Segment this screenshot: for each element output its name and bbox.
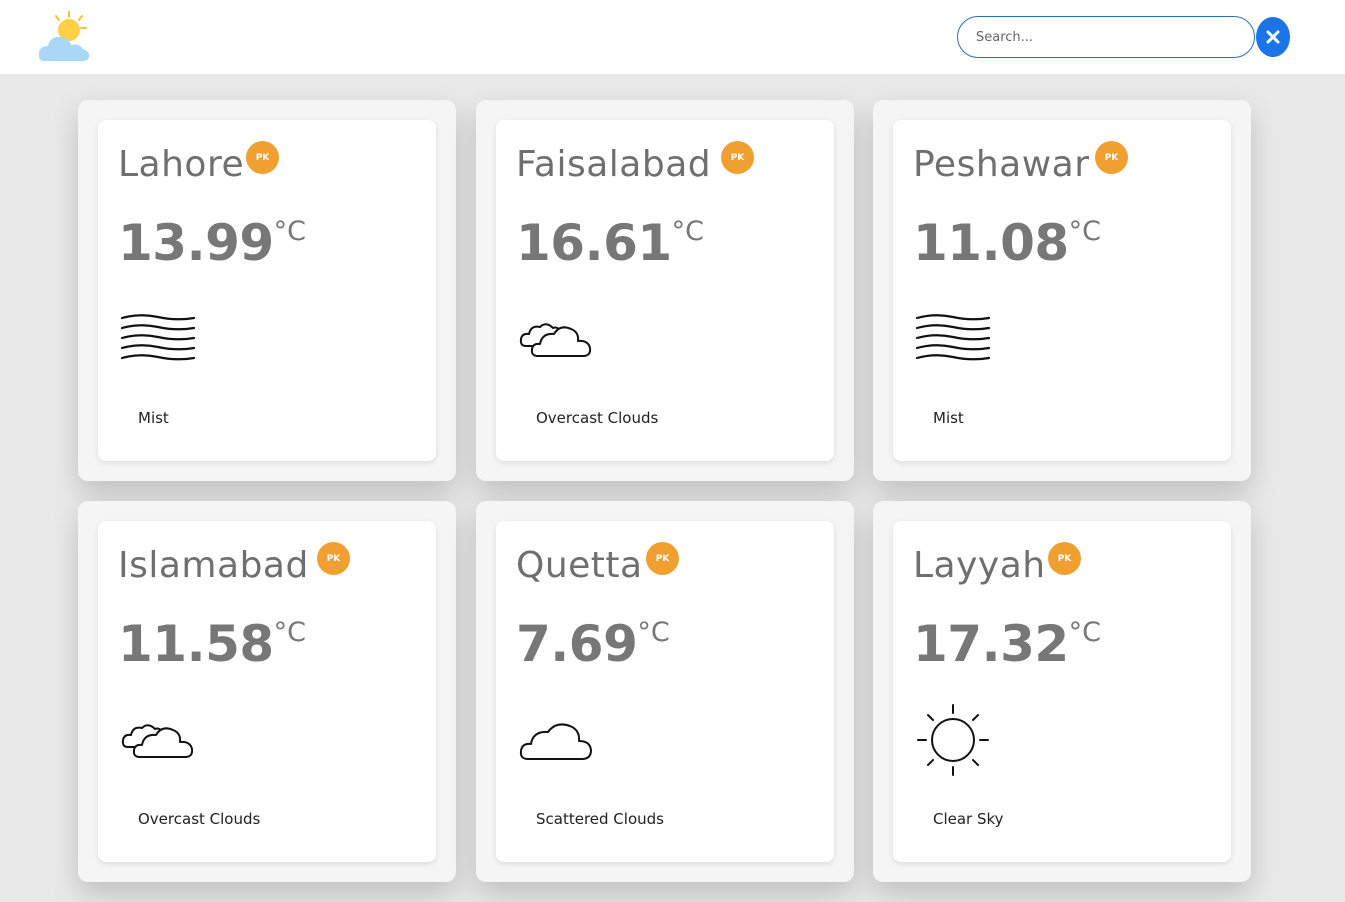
weather-card[interactable]: Peshawar PK 11.08°C Mist xyxy=(873,100,1251,481)
temperature: 7.69°C xyxy=(516,615,670,673)
scattered-clouds-icon xyxy=(519,723,592,760)
weather-description: Scattered Clouds xyxy=(536,810,664,828)
country-badge: PK xyxy=(317,542,350,575)
temperature-unit: °C xyxy=(1068,617,1102,648)
close-icon xyxy=(1266,30,1280,44)
city-name: Layyah xyxy=(913,545,1046,586)
temperature-unit: °C xyxy=(273,216,307,247)
temperature: 11.08°C xyxy=(913,214,1101,272)
mist-icon xyxy=(915,314,991,361)
temperature-value: 7.69 xyxy=(516,615,638,673)
weather-card-body: Islamabad PK 11.58°C Overcast Clouds xyxy=(98,521,436,862)
temperature-value: 11.08 xyxy=(913,214,1069,272)
weather-card[interactable]: Islamabad PK 11.58°C Overcast Clouds xyxy=(78,501,456,882)
country-badge: PK xyxy=(1095,141,1128,174)
country-badge: PK xyxy=(1048,542,1081,575)
weather-card[interactable]: Layyah PK 17.32°C Clear Sky xyxy=(873,501,1251,882)
temperature: 11.58°C xyxy=(118,615,306,673)
temperature-value: 13.99 xyxy=(118,214,274,272)
city-name: Faisalabad xyxy=(516,144,712,185)
header-bar xyxy=(0,0,1345,74)
temperature-unit: °C xyxy=(637,617,670,648)
weather-card-body: Faisalabad PK 16.61°C Overcast Clouds xyxy=(496,120,834,461)
weather-card[interactable]: Quetta PK 7.69°C Scattered Clouds xyxy=(476,501,854,882)
temperature-value: 17.32 xyxy=(913,615,1069,673)
city-name: Lahore xyxy=(118,144,245,185)
weather-card-body: Layyah PK 17.32°C Clear Sky xyxy=(893,521,1231,862)
city-name: Islamabad xyxy=(118,545,309,586)
weather-card-body: Peshawar PK 11.08°C Mist xyxy=(893,120,1231,461)
clear-search-button[interactable] xyxy=(1256,17,1290,57)
city-name: Peshawar xyxy=(913,144,1090,185)
city-name: Quetta xyxy=(516,545,643,586)
mist-icon xyxy=(120,314,196,361)
clear-sky-icon xyxy=(917,704,989,776)
weather-card-body: Lahore PK 13.99°C Mist xyxy=(98,120,436,461)
weather-description: Mist xyxy=(933,409,964,427)
weather-card[interactable]: Faisalabad PK 16.61°C Overcast Clouds xyxy=(476,100,854,481)
weather-description: Mist xyxy=(138,409,169,427)
temperature-value: 11.58 xyxy=(118,615,274,673)
weather-card[interactable]: Lahore PK 13.99°C Mist xyxy=(78,100,456,481)
country-badge: PK xyxy=(646,542,679,575)
temperature: 16.61°C xyxy=(516,214,704,272)
search-wrap xyxy=(957,16,1255,58)
temperature: 13.99°C xyxy=(118,214,306,272)
country-badge: PK xyxy=(246,141,279,174)
temperature: 17.32°C xyxy=(913,615,1101,673)
weather-description: Clear Sky xyxy=(933,810,1004,828)
overcast-clouds-icon xyxy=(121,724,194,758)
country-badge: PK xyxy=(721,141,754,174)
search-input[interactable] xyxy=(957,16,1255,58)
weather-description: Overcast Clouds xyxy=(536,409,659,427)
weather-description: Overcast Clouds xyxy=(138,810,261,828)
weather-card-body: Quetta PK 7.69°C Scattered Clouds xyxy=(496,521,834,862)
weather-logo-icon[interactable] xyxy=(36,10,96,66)
temperature-value: 16.61 xyxy=(516,214,672,272)
temperature-unit: °C xyxy=(671,216,705,247)
temperature-unit: °C xyxy=(273,617,307,648)
overcast-clouds-icon xyxy=(519,323,592,357)
temperature-unit: °C xyxy=(1068,216,1102,247)
